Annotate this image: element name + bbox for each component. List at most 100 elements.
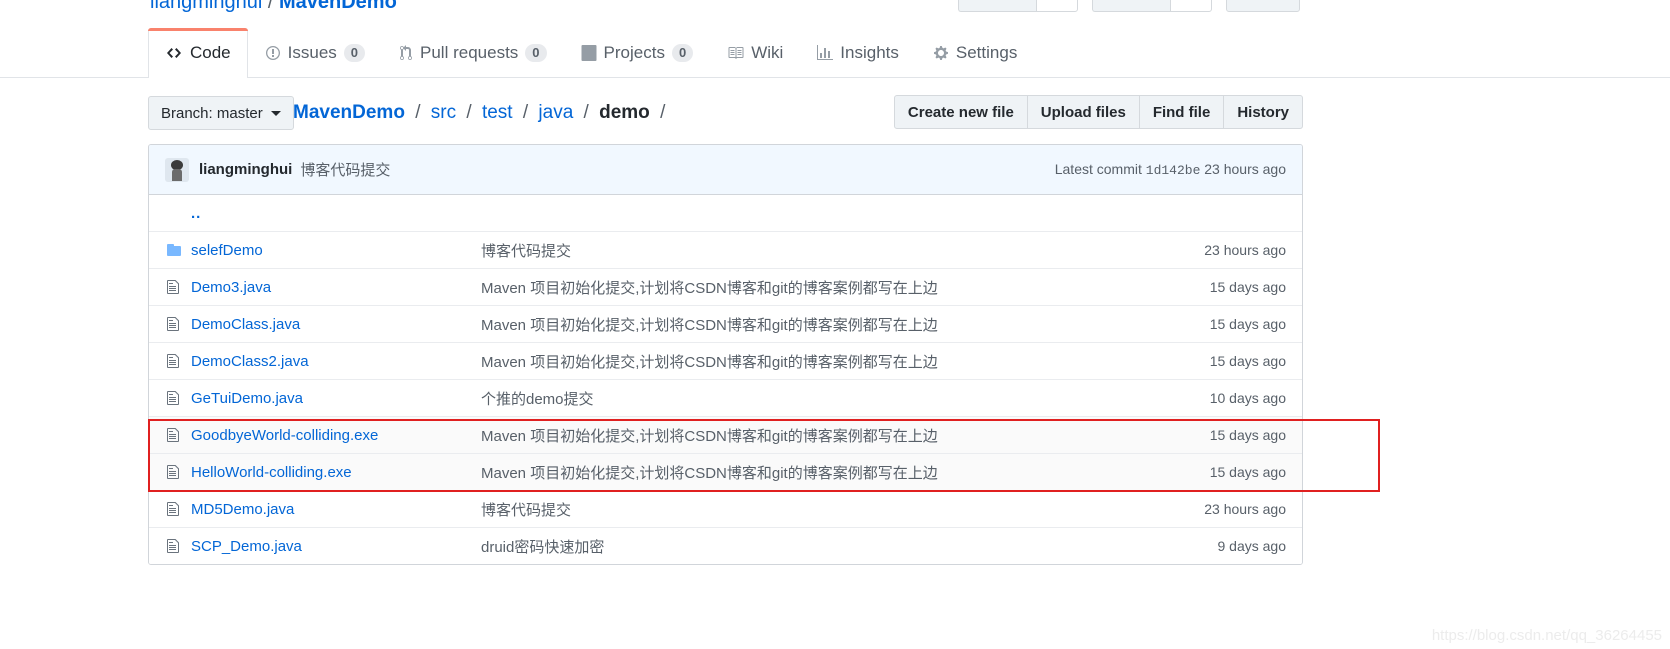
star-count[interactable] bbox=[1170, 0, 1212, 12]
avatar[interactable] bbox=[165, 157, 189, 182]
file-commit-message[interactable]: 个推的demo提交 bbox=[481, 388, 1127, 409]
breadcrumb-repo-link[interactable]: MavenDemo bbox=[293, 102, 405, 123]
tab-pull-requests[interactable]: Pull requests 0 bbox=[382, 27, 564, 77]
repo-owner-link[interactable]: liangminghui bbox=[150, 0, 262, 13]
repo-title: liangminghui / MavenDemo bbox=[150, 0, 397, 14]
tab-insights[interactable]: Insights bbox=[800, 27, 916, 77]
breadcrumb-sep-4: / bbox=[583, 102, 589, 123]
commit-sha-link[interactable]: 1d142be bbox=[1146, 163, 1201, 178]
watch-button[interactable] bbox=[958, 0, 1036, 12]
file-age: 23 hours ago bbox=[1204, 242, 1286, 258]
commit-message[interactable]: 博客代码提交 bbox=[300, 159, 390, 180]
file-name-link[interactable]: DemoClass.java bbox=[191, 316, 481, 333]
parent-directory-row[interactable]: .. bbox=[149, 195, 1302, 231]
file-name-link[interactable]: SCP_Demo.java bbox=[191, 538, 481, 555]
file-age: 15 days ago bbox=[1209, 316, 1286, 332]
breadcrumb-link-src[interactable]: src bbox=[431, 102, 456, 123]
git-pull-request-icon bbox=[399, 44, 413, 61]
commit-author-link[interactable]: liangminghui bbox=[199, 161, 292, 178]
tab-wiki-label: Wiki bbox=[751, 42, 784, 62]
file-name-link[interactable]: MD5Demo.java bbox=[191, 501, 481, 518]
latest-commit-label: Latest commit bbox=[1054, 161, 1142, 177]
book-icon bbox=[727, 45, 744, 61]
star-button[interactable] bbox=[1092, 0, 1170, 12]
file-icon bbox=[149, 390, 191, 406]
file-icon bbox=[149, 353, 191, 369]
history-button[interactable]: History bbox=[1224, 95, 1303, 129]
file-icon bbox=[149, 538, 191, 554]
file-listing-table: liangminghui 博客代码提交 Latest commit 1d142b… bbox=[148, 144, 1303, 565]
breadcrumb: MavenDemo / src / test / java / demo / bbox=[293, 102, 670, 124]
file-name-link[interactable]: GoodbyeWorld-colliding.exe bbox=[191, 427, 481, 444]
tab-projects[interactable]: Projects 0 bbox=[564, 27, 711, 77]
folder-icon bbox=[149, 242, 191, 258]
file-icon bbox=[149, 501, 191, 517]
create-new-file-button[interactable]: Create new file bbox=[893, 95, 1028, 129]
graph-icon bbox=[817, 44, 834, 61]
file-name-link[interactable]: GeTuiDemo.java bbox=[191, 390, 481, 407]
tab-projects-label: Projects bbox=[603, 42, 665, 62]
breadcrumb-sep-3: / bbox=[522, 102, 529, 123]
file-age: 10 days ago bbox=[1209, 390, 1286, 406]
parent-directory-link[interactable]: .. bbox=[191, 205, 481, 222]
breadcrumb-link-test[interactable]: test bbox=[482, 102, 513, 123]
file-name-link[interactable]: DemoClass2.java bbox=[191, 353, 481, 370]
file-icon bbox=[149, 427, 191, 443]
breadcrumb-sep-2: / bbox=[466, 102, 472, 123]
table-row[interactable]: GoodbyeWorld-colliding.exe Maven 项目初始化提交… bbox=[149, 416, 1302, 453]
watermark: https://blog.csdn.net/qq_36264455 bbox=[1431, 627, 1662, 644]
file-icon bbox=[149, 316, 191, 332]
file-commit-message[interactable]: 博客代码提交 bbox=[481, 499, 1127, 520]
latest-commit-bar: liangminghui 博客代码提交 Latest commit 1d142b… bbox=[149, 145, 1302, 195]
code-icon bbox=[165, 45, 183, 61]
file-commit-message[interactable]: 博客代码提交 bbox=[481, 240, 1127, 261]
repo-nav-tabs: Code Issues 0 Pull requests 0 Projects 0… bbox=[148, 27, 1034, 78]
tab-issues-label: Issues bbox=[287, 42, 337, 62]
tab-code[interactable]: Code bbox=[148, 28, 248, 78]
file-name-link[interactable]: Demo3.java bbox=[191, 279, 481, 296]
file-name-link[interactable]: selefDemo bbox=[191, 242, 481, 259]
table-row[interactable]: DemoClass2.java Maven 项目初始化提交,计划将CSDN博客和… bbox=[149, 342, 1302, 379]
star-button-group[interactable] bbox=[1092, 0, 1212, 12]
branch-selector-label: Branch: master bbox=[161, 104, 263, 122]
breadcrumb-current-dir: demo bbox=[599, 102, 650, 123]
upload-files-button[interactable]: Upload files bbox=[1027, 95, 1140, 129]
file-commit-message[interactable]: Maven 项目初始化提交,计划将CSDN博客和git的博客案例都写在上边 bbox=[481, 277, 1127, 298]
repo-name-link[interactable]: MavenDemo bbox=[279, 0, 397, 13]
repo-title-separator: / bbox=[267, 0, 274, 13]
file-age: 15 days ago bbox=[1209, 353, 1286, 369]
tab-settings[interactable]: Settings bbox=[916, 27, 1034, 77]
breadcrumb-link-java[interactable]: java bbox=[538, 102, 573, 123]
find-file-button[interactable]: Find file bbox=[1139, 95, 1225, 129]
file-commit-message[interactable]: Maven 项目初始化提交,计划将CSDN博客和git的博客案例都写在上边 bbox=[481, 314, 1127, 335]
breadcrumb-sep-1: / bbox=[415, 102, 421, 123]
tab-projects-count: 0 bbox=[671, 43, 694, 62]
tab-insights-label: Insights bbox=[840, 42, 899, 62]
tab-pull-requests-label: Pull requests bbox=[420, 42, 519, 62]
file-commit-message[interactable]: druid密码快速加密 bbox=[481, 536, 1127, 557]
tab-issues-count: 0 bbox=[343, 43, 366, 62]
table-row[interactable]: Demo3.java Maven 项目初始化提交,计划将CSDN博客和git的博… bbox=[149, 268, 1302, 305]
file-icon bbox=[149, 464, 191, 480]
file-commit-message[interactable]: Maven 项目初始化提交,计划将CSDN博客和git的博客案例都写在上边 bbox=[481, 351, 1127, 372]
tab-wiki[interactable]: Wiki bbox=[710, 27, 800, 77]
table-row[interactable]: SCP_Demo.java druid密码快速加密 9 days ago bbox=[149, 527, 1302, 564]
table-row[interactable]: selefDemo 博客代码提交 23 hours ago bbox=[149, 231, 1302, 268]
file-commit-message[interactable]: Maven 项目初始化提交,计划将CSDN博客和git的博客案例都写在上边 bbox=[481, 425, 1127, 446]
watch-button-group[interactable] bbox=[958, 0, 1078, 12]
file-commit-message[interactable]: Maven 项目初始化提交,计划将CSDN博客和git的博客案例都写在上边 bbox=[481, 462, 1127, 483]
table-row[interactable]: MD5Demo.java 博客代码提交 23 hours ago bbox=[149, 490, 1302, 527]
watch-count[interactable] bbox=[1036, 0, 1078, 12]
file-name-link[interactable]: HelloWorld-colliding.exe bbox=[191, 464, 481, 481]
tab-settings-label: Settings bbox=[955, 42, 1018, 62]
table-row[interactable]: DemoClass.java Maven 项目初始化提交,计划将CSDN博客和g… bbox=[149, 305, 1302, 342]
table-row[interactable]: HelloWorld-colliding.exe Maven 项目初始化提交,计… bbox=[149, 453, 1302, 490]
tab-issues[interactable]: Issues 0 bbox=[248, 27, 382, 77]
file-navigation-bar: Branch: master MavenDemo / src / test / … bbox=[148, 94, 1303, 136]
fork-button[interactable] bbox=[1226, 0, 1300, 12]
issue-opened-icon bbox=[265, 45, 281, 61]
project-icon bbox=[581, 44, 597, 61]
branch-selector-button[interactable]: Branch: master bbox=[148, 96, 294, 130]
file-age: 15 days ago bbox=[1209, 464, 1286, 480]
table-row[interactable]: GeTuiDemo.java 个推的demo提交 10 days ago bbox=[149, 379, 1302, 416]
